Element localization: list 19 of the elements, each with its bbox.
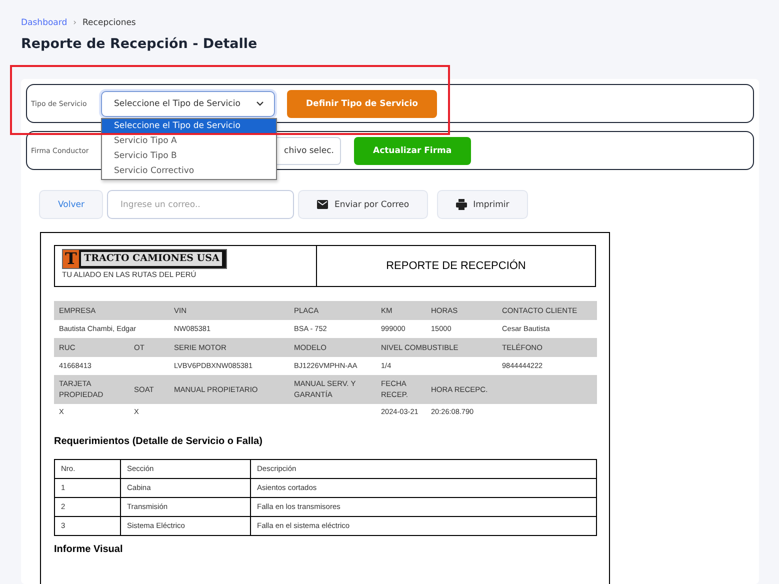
file-field[interactable]: chivo selec. [275, 136, 341, 164]
breadcrumb-link[interactable]: Dashboard [21, 18, 68, 28]
printer-icon [456, 199, 468, 210]
dropdown-option[interactable]: Servicio Tipo B [102, 148, 276, 164]
chevron-down-icon [256, 101, 264, 106]
section-heading: Requerimientos (Detalle de Servicio o Falla) [54, 436, 264, 446]
send-email-button[interactable]: Enviar por Correo [298, 190, 428, 219]
breadcrumb-separator: › [73, 18, 77, 28]
envelope-icon [317, 200, 328, 209]
breadcrumb-current: Recepciones [82, 18, 136, 28]
email-field[interactable]: Ingrese un correo.. [107, 190, 294, 219]
page-title: Reporte de Recepción - Detalle [21, 36, 258, 52]
dropdown-option[interactable]: Seleccione el Tipo de Servicio [102, 118, 276, 134]
report-title: REPORTE DE RECEPCIÓN [385, 258, 527, 274]
dropdown-option[interactable]: Servicio Correctivo [102, 164, 276, 178]
print-button[interactable]: Imprimir [437, 190, 528, 219]
company-logo: T TRACTO CAMIONES USA [62, 249, 228, 269]
section-heading: Informe Visual [54, 544, 124, 554]
back-button[interactable]: Volver [39, 190, 104, 219]
